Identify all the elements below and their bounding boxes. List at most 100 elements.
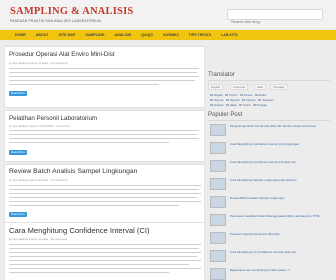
post-excerpt-line [9, 205, 179, 207]
nav-item-site-map[interactable]: SITE MAP [54, 30, 81, 40]
nav-item-sampling[interactable]: SAMPLING [81, 30, 110, 40]
read-more-button[interactable]: Read More [9, 150, 27, 155]
post-excerpt-line [9, 185, 201, 187]
popular-post-link[interactable]: Cara Menghitung CI (Confidence Interval)… [230, 250, 328, 254]
nav-item-about[interactable]: ABOUT [31, 30, 54, 40]
post-thumbnail[interactable] [210, 160, 226, 172]
post-excerpt-line [9, 193, 201, 195]
main-content: Prosedur Operasi Alat Enviro Mini-Dist b… [0, 44, 205, 280]
popular-post-item[interactable]: Cara Menghitung Sampel Lingkungan Labora… [208, 178, 330, 194]
nav-item-analisis[interactable]: ANALISIS [110, 30, 137, 40]
flag-icon [210, 104, 213, 107]
language-row: Russian Italian Dutch Portugal [210, 104, 267, 107]
post-thumbnail[interactable] [210, 232, 226, 244]
popular-post-link[interactable]: Cara Menghitung Confidence Interval (CI)… [230, 142, 328, 146]
post-title[interactable]: Prosedur Operasi Alat Enviro Mini-Dist [9, 51, 115, 58]
popular-post-item[interactable]: Penentuan Ketelitian Pelarut Menggunakan… [208, 214, 330, 230]
language-link[interactable]: Dutch [239, 104, 250, 107]
post-thumbnail[interactable] [210, 196, 226, 208]
popular-post-link[interactable]: Penentuan Ketelitian Pelarut Menggunakan… [230, 214, 328, 218]
post-thumbnail[interactable] [210, 268, 226, 280]
read-more-button[interactable]: Read More [9, 212, 27, 217]
popular-post-item[interactable]: Bagaimana cara menghitung jumlah pelarut… [208, 268, 330, 280]
post-excerpt-line [9, 264, 189, 266]
post-excerpt-line [9, 189, 199, 191]
flag-icon [210, 99, 213, 102]
popular-post-title: Populer Post [208, 112, 243, 118]
divider [208, 120, 330, 121]
flag-icon [210, 94, 213, 97]
flag-icon [225, 94, 229, 97]
post-excerpt-line [9, 72, 197, 74]
post-excerpt-line [9, 84, 159, 86]
language-link[interactable]: English [210, 94, 223, 97]
language-link[interactable]: German [210, 99, 224, 102]
popular-post-link[interactable]: Bagaimana cara menghitung jumlah pelarut… [230, 268, 328, 272]
post-card: Prosedur Operasi Alat Enviro Mini-Dist b… [4, 46, 205, 108]
post-title[interactable]: Review Batch Analisis Sampel Lingkungan [9, 168, 137, 175]
tab-arab[interactable]: Arab [254, 84, 266, 90]
language-row: German Spanish Chinese Japanese [210, 99, 274, 102]
post-card: Cara Menghitung Confidence Interval (CI)… [4, 222, 205, 280]
post-title[interactable]: Cara Menghitung Confidence Interval (CI) [9, 226, 150, 235]
post-meta: by Apa Jadinya Liprius | Posted - 12 com… [9, 178, 68, 182]
site-title[interactable]: SAMPLING & ANALISIS [10, 6, 133, 17]
language-link[interactable]: Spanish [225, 99, 240, 102]
post-thumbnail[interactable] [210, 142, 226, 154]
post-excerpt-line [9, 268, 201, 270]
popular-post-item[interactable]: Cara Menghitung Confidence Interval (CI)… [208, 142, 330, 158]
search-input[interactable] [228, 17, 322, 26]
language-link[interactable]: Korean [239, 94, 252, 97]
post-meta: by Apa Jadinya Liprius | Posted - 15 com… [9, 237, 68, 241]
post-excerpt-line [9, 244, 201, 246]
post-excerpt-line [9, 260, 201, 262]
flag-icon [252, 104, 256, 107]
language-link[interactable]: Russian [210, 104, 224, 107]
language-link[interactable]: Portugal [252, 104, 267, 107]
popular-post-link[interactable]: Cara Menghitung Confidence Interval (CI)… [230, 160, 328, 164]
divider [208, 80, 330, 81]
popular-post-link[interactable]: Prosedur Operasi Alat Enviro Mini-Dist [230, 232, 328, 236]
popular-post-link[interactable]: Review Batch Analisis Sampel Lingkungan [230, 196, 328, 200]
post-excerpt-line [9, 197, 197, 199]
post-excerpt-line [9, 272, 169, 274]
post-excerpt-line [9, 76, 199, 78]
popular-post-link[interactable]: Cara Menghitung Sampel Lingkungan Labora… [230, 178, 328, 182]
post-excerpt-line [9, 248, 199, 250]
post-thumbnail[interactable] [210, 178, 226, 190]
post-thumbnail[interactable] [210, 250, 226, 262]
post-excerpt-line [9, 130, 199, 132]
language-link[interactable]: Italian [225, 104, 237, 107]
popular-post-item[interactable]: Prosedur Operasi Alat Enviro Mini-Dist [208, 232, 330, 248]
language-link[interactable]: Japanese [258, 99, 274, 102]
nav-item-k3[interactable]: K3/SMK3 [158, 30, 184, 40]
language-row: English French Korean Arabic [210, 94, 266, 97]
flag-icon [241, 99, 245, 102]
language-link[interactable]: French [225, 94, 237, 97]
post-meta: by Apa Jadinya Liprius | Posted - 14 com… [9, 61, 68, 65]
search-box[interactable] [227, 9, 323, 26]
flag-icon [239, 94, 243, 97]
post-thumbnail[interactable] [210, 124, 226, 136]
nav-item-lab-kits[interactable]: LAB KITS [216, 30, 243, 40]
popular-post-link[interactable]: Menghitung Faktor Kinetik Alat (DO) dari… [230, 124, 328, 128]
tab-english[interactable]: English [208, 84, 224, 90]
post-excerpt-line [9, 256, 197, 258]
post-excerpt-line [9, 134, 197, 136]
popular-post-item[interactable]: Menghitung Faktor Kinetik Alat (DO) dari… [208, 124, 330, 140]
popular-post-item[interactable]: Cara Menghitung Confidence Interval (CI)… [208, 160, 330, 176]
post-thumbnail[interactable] [210, 214, 226, 226]
translator-tabs: English Indonesia Arab Translate [208, 84, 330, 92]
nav-item-home[interactable]: HOME [10, 30, 31, 40]
tab-translate[interactable]: Translate [270, 84, 288, 90]
flag-icon [239, 104, 243, 107]
language-link[interactable]: Arabic [254, 94, 266, 97]
post-title[interactable]: Pelatihan Personil Laboratorium [9, 115, 97, 122]
read-more-button[interactable]: Read More [9, 91, 27, 96]
popular-post-item[interactable]: Review Batch Analisis Sampel Lingkungan [208, 196, 330, 212]
nav-item-qaqc[interactable]: QA/QC [136, 30, 158, 40]
popular-post-item[interactable]: Cara Menghitung CI (Confidence Interval)… [208, 250, 330, 266]
nav-item-tips[interactable]: TIPS TRICKS [184, 30, 216, 40]
tab-indonesia[interactable]: Indonesia [230, 84, 249, 90]
language-link[interactable]: Chinese [241, 99, 256, 102]
